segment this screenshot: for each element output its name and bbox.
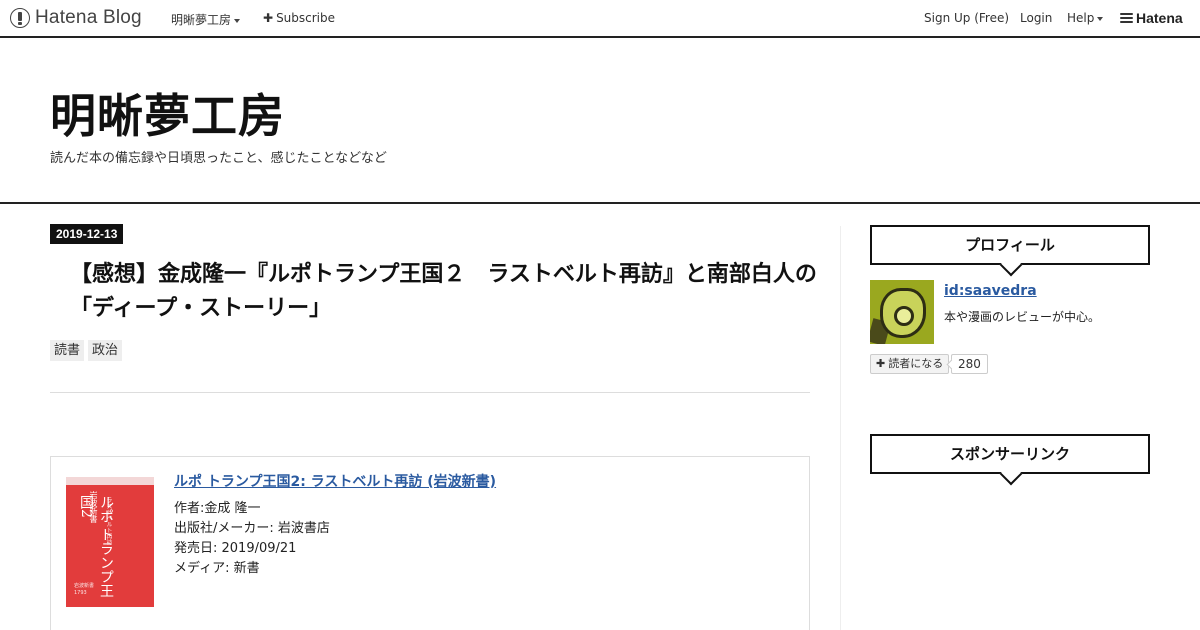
help-dropdown[interactable]: Help bbox=[1067, 11, 1104, 25]
brand-text: Hatena Blog bbox=[35, 7, 142, 28]
product-card: 岩波新書 ルポ トランプ王国2 ラストベルト再訪 岩波新書 1793 ルポ トラン… bbox=[50, 456, 810, 630]
book-cover-image[interactable]: 岩波新書 ルポ トランプ王国2 ラストベルト再訪 岩波新書 1793 bbox=[66, 477, 154, 607]
subscribe-reader-button[interactable]: ✚ 読者になる bbox=[870, 354, 950, 374]
login-link[interactable]: Login bbox=[1020, 11, 1052, 25]
product-media: メディア: 新書 bbox=[174, 561, 260, 576]
category-tag[interactable]: 政治 bbox=[88, 340, 123, 361]
plus-icon: ✚ bbox=[263, 11, 274, 25]
product-publisher: 出版社/メーカー: 岩波書店 bbox=[174, 521, 330, 536]
subscribe-reader-label: 読者になる bbox=[888, 357, 944, 370]
hatena-lines-icon bbox=[1120, 13, 1133, 24]
blog-header: 明晰夢工房 読んだ本の備忘録や日頃思ったこと、感じたことなどなど bbox=[0, 38, 1200, 204]
product-meta: 作者:金成 隆一 出版社/メーカー: 岩波書店 発売日: 2019/09/21 … bbox=[174, 499, 330, 579]
global-header: Hatena Blog 明晰夢工房 ✚ Subscribe Sign Up (Fr… bbox=[0, 0, 1200, 38]
product-release-date: 発売日: 2019/09/21 bbox=[174, 541, 297, 556]
hatena-blog-logo[interactable]: Hatena Blog bbox=[10, 7, 142, 29]
profile-heading: プロフィール bbox=[870, 225, 1150, 265]
profile-description: 本や漫画のレビューが中心。 bbox=[944, 310, 1101, 324]
divider bbox=[50, 392, 810, 393]
entry-categories: 読書 政治 bbox=[50, 340, 123, 361]
blog-menu-dropdown[interactable]: 明晰夢工房 bbox=[171, 11, 241, 28]
hatena-exclamation-icon bbox=[10, 8, 30, 28]
chevron-down-icon bbox=[1097, 16, 1104, 21]
help-label: Help bbox=[1067, 11, 1095, 25]
plus-icon: ✚ bbox=[876, 357, 886, 370]
subscriber-count[interactable]: 280 bbox=[951, 354, 988, 374]
chevron-down-icon bbox=[234, 18, 241, 23]
column-divider bbox=[840, 226, 841, 630]
category-tag[interactable]: 読書 bbox=[50, 340, 85, 361]
hatena-logo-link[interactable]: Hatena bbox=[1136, 10, 1183, 26]
cover-subtitle: ラストベルト再訪 bbox=[105, 497, 112, 545]
signup-link[interactable]: Sign Up (Free) bbox=[924, 11, 1009, 25]
subscribe-label: Subscribe bbox=[276, 11, 336, 25]
profile-id-link[interactable]: id:saavedra bbox=[944, 283, 1037, 299]
blog-title[interactable]: 明晰夢工房 bbox=[50, 80, 285, 146]
product-title-link[interactable]: ルポ トランプ王国2: ラストベルト再訪 (岩波新書) bbox=[174, 471, 496, 491]
subscribe-link[interactable]: ✚ Subscribe bbox=[263, 11, 335, 25]
blog-menu-label: 明晰夢工房 bbox=[171, 13, 232, 27]
entry-date[interactable]: 2019-12-13 bbox=[50, 224, 124, 244]
blog-description: 読んだ本の備忘録や日頃思ったこと、感じたことなどなど bbox=[50, 151, 387, 166]
entry-title[interactable]: 【感想】金成隆一『ルポトランプ王国２ ラストベルト再訪』と南部白人の「ディープ・… bbox=[70, 258, 830, 326]
product-author: 作者:金成 隆一 bbox=[174, 501, 261, 516]
sponsor-heading: スポンサーリンク bbox=[870, 434, 1150, 474]
avatar[interactable] bbox=[870, 280, 934, 344]
cover-publisher-mark: 岩波新書 1793 bbox=[74, 583, 95, 596]
